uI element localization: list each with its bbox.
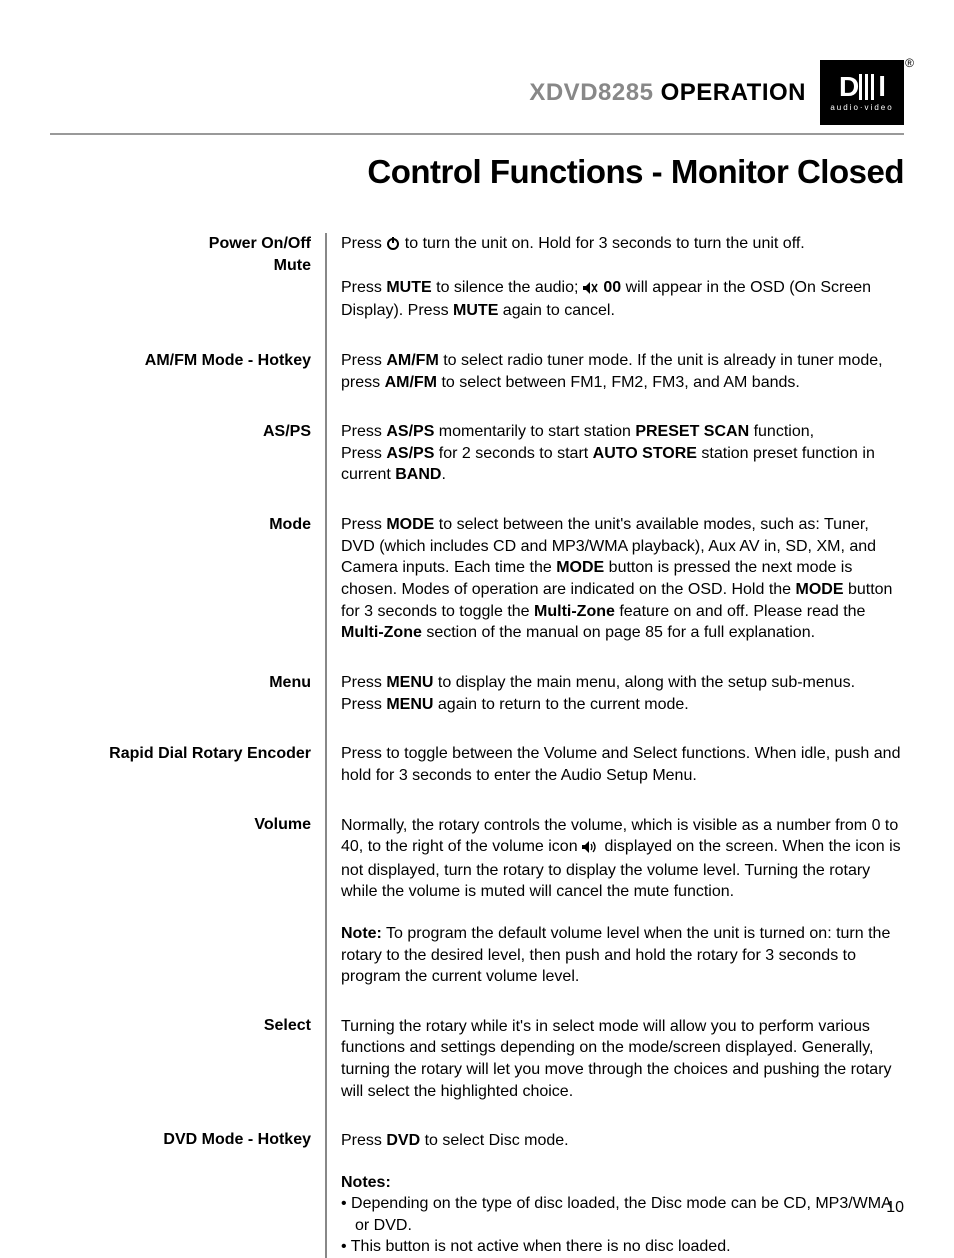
row-description: Turning the rotary while it's in select … [341, 1016, 904, 1102]
row-description: Press AM/FM to select radio tuner mode. … [341, 350, 904, 393]
label-text: Mode [269, 516, 311, 533]
label-text: Mute [274, 257, 311, 274]
row-description: Press MENU to display the main menu, alo… [341, 672, 904, 715]
row-description: Press DVD to select Disc mode. Notes:Depe… [341, 1130, 904, 1258]
header-model: XDVD8285 [529, 79, 653, 106]
descriptions-column: Press to turn the unit on. Hold for 3 se… [327, 233, 904, 1258]
label-text: AS/PS [263, 423, 311, 440]
page-number: 10 [886, 1199, 904, 1217]
label-text: Select [264, 1017, 311, 1034]
row-label: AS/PS [50, 421, 311, 486]
row-label: Volume [50, 814, 311, 987]
row-description: Press to toggle between the Volume and S… [341, 743, 904, 786]
row-description: Press to turn the unit on. Hold for 3 se… [341, 233, 904, 322]
row-description: Press MODE to select between the unit's … [341, 514, 904, 644]
label-text: Volume [254, 816, 311, 833]
label-text: Rapid Dial Rotary Encoder [109, 745, 311, 762]
row-label: Menu [50, 672, 311, 715]
description-paragraph: Press AS/PS for 2 seconds to start AUTO … [341, 443, 904, 486]
page-header: XDVD8285 OPERATION ® Dl audio·video [50, 60, 904, 125]
content-area: Power On/Off Mute AM/FM Mode - Hotkey AS/PS… [50, 233, 904, 1258]
header-section: OPERATION [661, 79, 806, 106]
description-paragraph: Press MUTE to silence the audio; 00 will… [341, 277, 904, 322]
row-label: Mode [50, 514, 311, 644]
label-text: Menu [269, 674, 311, 691]
description-paragraph: Normally, the rotary controls the volume… [341, 815, 904, 903]
volume-icon [582, 838, 600, 860]
registered-mark: ® [905, 56, 914, 70]
header-title: XDVD8285 OPERATION [529, 79, 806, 107]
row-label: DVD Mode - Hotkey [50, 1129, 311, 1257]
description-paragraph: Press to turn the unit on. Hold for 3 se… [341, 233, 904, 257]
power-icon [386, 235, 400, 257]
description-paragraph: Press to toggle between the Volume and S… [341, 743, 904, 786]
row-description: Normally, the rotary controls the volume… [341, 815, 904, 988]
description-paragraph: Press MODE to select between the unit's … [341, 514, 904, 644]
brand-logo: ® Dl audio·video [820, 60, 904, 125]
label-text: Power On/Off [209, 235, 311, 252]
header-divider [50, 133, 904, 135]
label-text: DVD Mode - Hotkey [163, 1131, 311, 1148]
description-paragraph: Note: To program the default volume leve… [341, 923, 904, 988]
brand-logo-text: Dl [839, 73, 885, 101]
description-paragraph: Notes:Depending on the type of disc load… [341, 1172, 904, 1258]
description-paragraph: Press DVD to select Disc mode. [341, 1130, 904, 1152]
description-paragraph: Press MENU to display the main menu, alo… [341, 672, 904, 694]
brand-logo-subtext: audio·video [830, 103, 893, 112]
row-label: Rapid Dial Rotary Encoder [50, 743, 311, 786]
page-title: Control Functions - Monitor Closed [50, 153, 904, 191]
description-paragraph: Press AM/FM to select radio tuner mode. … [341, 350, 904, 393]
description-paragraph: Press AS/PS momentarily to start station… [341, 421, 904, 443]
description-paragraph: Turning the rotary while it's in select … [341, 1016, 904, 1102]
mute-icon [583, 279, 599, 301]
row-label: AM/FM Mode - Hotkey [50, 350, 311, 393]
logo-bars-icon [859, 74, 877, 100]
labels-column: Power On/Off Mute AM/FM Mode - Hotkey AS/PS… [50, 233, 325, 1258]
description-paragraph: Press MENU again to return to the curren… [341, 694, 904, 716]
row-label: Select [50, 1015, 311, 1101]
row-description: Press AS/PS momentarily to start station… [341, 421, 904, 486]
row-label: Power On/Off Mute [50, 233, 311, 322]
label-text: AM/FM Mode - Hotkey [145, 352, 311, 369]
